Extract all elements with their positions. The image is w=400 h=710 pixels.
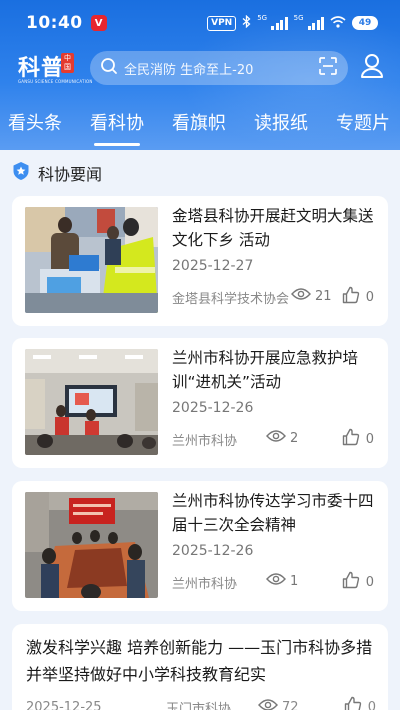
signal-icon	[271, 16, 288, 30]
news-date: 2025-12-27	[172, 258, 254, 274]
logo-subtitle: GANSU SCIENCE COMMUNICATION	[18, 79, 93, 84]
news-date: 2025-12-26	[172, 400, 254, 416]
news-card[interactable]: 金塔县科协开展赶文明大集送文化下乡 活动 2025-12-27 金塔县科学技术协…	[12, 196, 388, 326]
news-source: 玉门市科协	[166, 701, 232, 710]
user-icon	[360, 53, 384, 83]
news-source: 金塔县科学技术协会	[172, 292, 290, 307]
bluetooth-icon	[242, 14, 251, 31]
eye-icon	[291, 287, 311, 305]
like-count: 0	[365, 431, 374, 447]
wifi-icon	[330, 15, 346, 31]
top-bar: 科普 中国 GANSU SCIENCE COMMUNICATION 全民消防 生…	[0, 46, 400, 90]
view-count: 2	[290, 430, 299, 446]
news-title: 激发科学兴趣 培养创新能力 ——玉门市科协多措并举坚持做好中小学科技教育纪实	[26, 638, 373, 684]
vpn-indicator: VPN	[207, 15, 237, 31]
signal-icon	[307, 16, 324, 30]
news-source: 兰州市科协	[172, 577, 238, 592]
search-icon	[100, 57, 118, 79]
tab-feature-films[interactable]: 专题片	[336, 109, 390, 139]
news-source: 兰州市科协	[172, 434, 238, 449]
news-views: 1	[266, 572, 298, 590]
news-thumbnail	[25, 492, 158, 598]
scan-icon[interactable]	[318, 56, 338, 80]
eye-icon	[266, 572, 286, 590]
news-meta: 2025-12-25 玉门市科协 72 0	[26, 696, 376, 710]
search-placeholder: 全民消防 生命至上-20	[124, 62, 254, 78]
section-title: 科协要闻	[38, 165, 103, 184]
thumbs-up-icon	[342, 286, 360, 308]
thumbs-up-icon	[342, 571, 360, 593]
news-title: 兰州市科协传达学习市委十四届十三次全会精神	[172, 492, 374, 534]
tab-flag[interactable]: 看旗帜	[172, 109, 226, 139]
category-tabs: 看头条 看科协 看旗帜 读报纸 专题片	[0, 100, 400, 148]
tab-headlines[interactable]: 看头条	[8, 109, 62, 139]
eye-icon	[266, 429, 286, 447]
news-thumbnail	[25, 207, 158, 313]
section-header: 科协要闻	[12, 160, 102, 186]
signal-type-label: 5G	[257, 14, 268, 22]
thumbs-up-icon	[342, 428, 360, 450]
news-like-button[interactable]: 0	[344, 696, 376, 710]
logo-seal: 中国	[61, 53, 74, 73]
news-card[interactable]: 激发科学兴趣 培养创新能力 ——玉门市科协多措并举坚持做好中小学科技教育纪实 2…	[12, 624, 388, 710]
signal-type-label: 5G	[293, 14, 304, 22]
news-thumbnail	[25, 349, 158, 455]
news-card[interactable]: 兰州市科协开展应急救护培训“进机关”活动 2025-12-26 兰州市科协 2 …	[12, 338, 388, 468]
star-shield-icon	[12, 161, 30, 185]
battery-indicator: 49	[352, 16, 378, 30]
thumbs-up-icon	[344, 696, 362, 710]
news-like-button[interactable]: 0	[342, 286, 374, 308]
view-count: 72	[282, 699, 299, 710]
news-title: 兰州市科协开展应急救护培训“进机关”活动	[172, 349, 359, 391]
like-count: 0	[365, 574, 374, 590]
status-icons: VPN 5G 5G 49	[207, 14, 378, 31]
news-views: 72	[258, 698, 299, 710]
app-logo: 科普 中国 GANSU SCIENCE COMMUNICATION	[16, 48, 92, 88]
search-bar[interactable]: 全民消防 生命至上-20	[90, 51, 348, 85]
news-title: 金塔县科协开展赶文明大集送文化下乡 活动	[172, 207, 374, 249]
app-header: 10:40 V VPN 5G 5G 49 科普 中国 GANSU SCIENCE…	[0, 0, 400, 150]
view-count: 1	[290, 573, 299, 589]
news-date: 2025-12-26	[172, 543, 254, 559]
news-like-button[interactable]: 0	[342, 571, 374, 593]
like-count: 0	[365, 289, 374, 305]
user-profile-button[interactable]	[358, 53, 386, 83]
status-bar: 10:40 V VPN 5G 5G 49	[0, 0, 400, 46]
like-count: 0	[367, 699, 376, 710]
logo-text: 科普	[18, 56, 65, 81]
news-card[interactable]: 兰州市科协传达学习市委十四届十三次全会精神 2025-12-26 兰州市科协 1…	[12, 481, 388, 611]
news-views: 2	[266, 429, 298, 447]
tab-newspaper[interactable]: 读报纸	[254, 109, 308, 139]
eye-icon	[258, 698, 278, 710]
tab-association[interactable]: 看科协	[90, 109, 144, 146]
news-date: 2025-12-25	[26, 699, 102, 710]
news-views: 21	[291, 287, 332, 305]
view-count: 21	[315, 288, 332, 304]
status-time: 10:40	[26, 13, 83, 33]
notification-badge: V	[90, 15, 107, 31]
news-like-button[interactable]: 0	[342, 428, 374, 450]
